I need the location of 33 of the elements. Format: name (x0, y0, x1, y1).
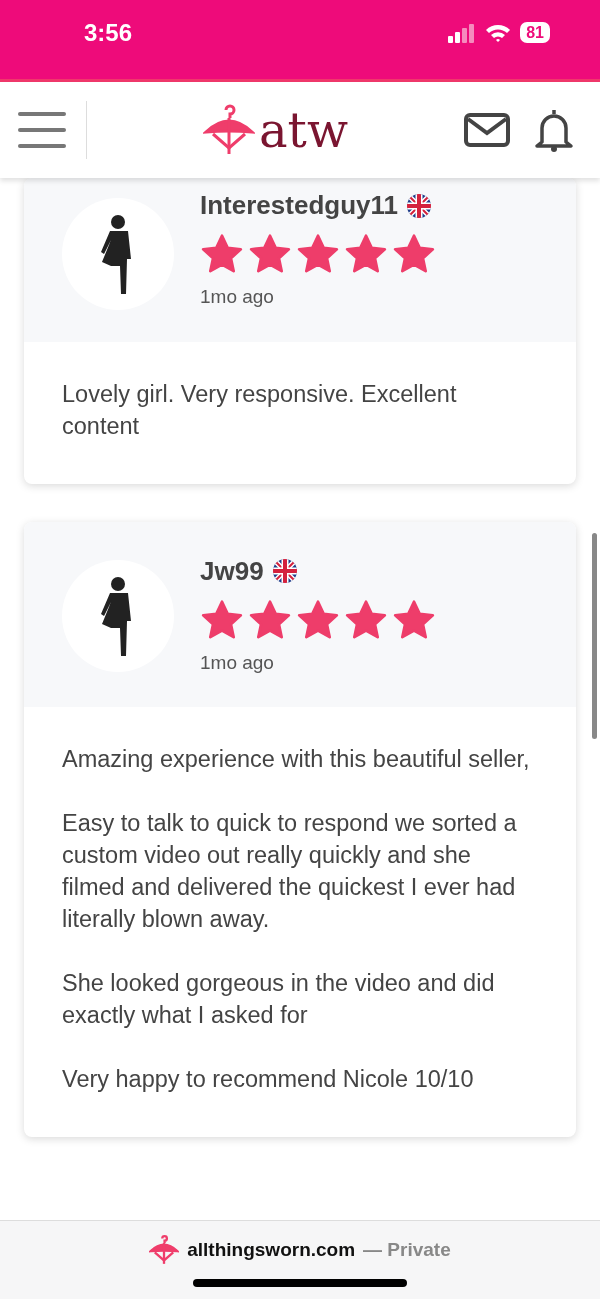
private-label: — Private (363, 1237, 451, 1262)
review-time: 1mo ago (200, 285, 275, 309)
mail-icon[interactable] (464, 113, 510, 147)
uk-flag-icon (406, 192, 432, 219)
star-icon (200, 233, 244, 275)
star-icon (248, 233, 292, 275)
menu-icon[interactable] (18, 112, 66, 148)
star-icon (296, 233, 340, 275)
hanger-icon (149, 1235, 180, 1265)
signal-icon (448, 22, 477, 43)
review-text: Easy to talk to quick to respond we sorted a custom video out really quickly and she filmed and delivered the quickest I ever had literally blown away. (62, 809, 518, 934)
battery-icon: 81 (520, 22, 550, 43)
star-icon (248, 598, 292, 641)
star-icon (200, 598, 244, 641)
logo-text[interactable]: atw (259, 106, 348, 154)
url-domain[interactable]: allthingsworn.com (187, 1235, 356, 1265)
star-icon (296, 598, 340, 641)
uk-flag-icon (271, 558, 298, 584)
wifi-icon (484, 22, 513, 43)
reviewer-name[interactable]: Interestedguy11 (200, 186, 398, 225)
star-icon (392, 233, 436, 275)
star-icon (344, 233, 388, 275)
review-text: Lovely girl. Very responsive. Excellent content (62, 379, 458, 441)
review-time: 1mo ago (200, 650, 275, 675)
star-icon (392, 598, 436, 641)
reviewer-name[interactable]: Jw99 (200, 551, 264, 591)
review-text: Amazing experience with this beautiful seller, (62, 745, 531, 774)
hanger-icon (203, 104, 255, 156)
review-text: She looked gorgeous in the video and did exactly what I asked for (62, 969, 496, 1030)
review-text: Very happy to recommend Nicole 10/10 (62, 1065, 475, 1094)
bell-icon[interactable] (534, 108, 574, 152)
star-icon (344, 598, 388, 641)
clock-time: 3:56 (84, 17, 133, 48)
